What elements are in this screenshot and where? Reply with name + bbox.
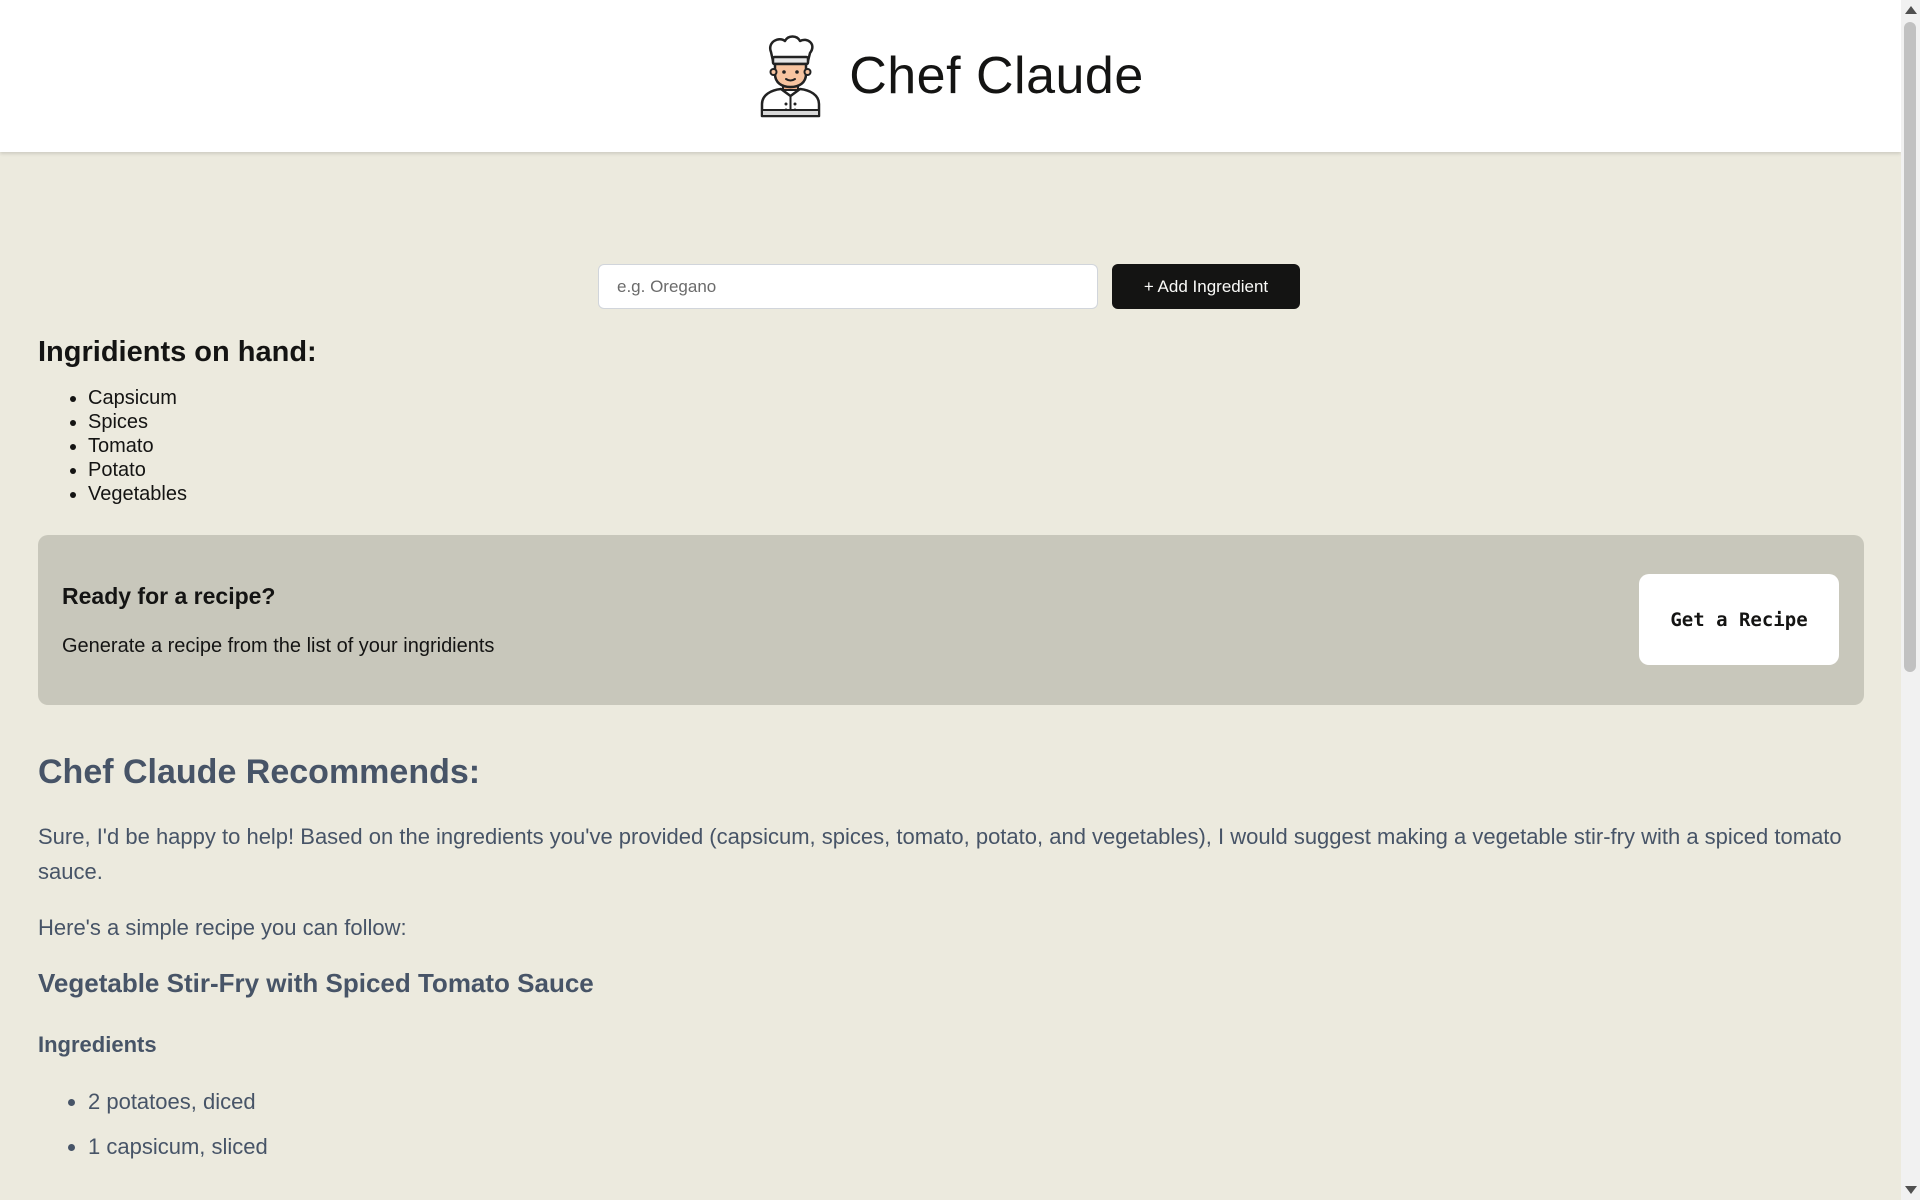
ingredients-heading: Ingridients on hand: [38, 336, 317, 368]
add-ingredient-button[interactable]: + Add Ingredient [1112, 264, 1300, 309]
list-item: 1 capsicum, sliced [88, 1132, 1864, 1162]
page: Chef Claude + Add Ingredient Ingridients… [0, 0, 1920, 1200]
scrollbar-thumb[interactable] [1904, 22, 1916, 672]
vertical-scrollbar[interactable] [1901, 0, 1920, 1200]
ingredient-item: Spices [88, 410, 1864, 434]
recommendation-intro: Sure, I'd be happy to help! Based on the… [38, 824, 1842, 884]
chef-icon [757, 34, 823, 118]
cta-subtitle: Generate a recipe from the list of your … [62, 635, 495, 657]
recommendation-heading: Chef Claude Recommends: [38, 753, 481, 791]
ingredients-list: Capsicum Spices Tomato Potato Vegetables [38, 386, 1864, 506]
cta-title: Ready for a recipe? [62, 583, 276, 609]
recommendation-section: Chef Claude Recommends: Sure, I'd be hap… [38, 742, 1864, 1177]
recipe-title: Vegetable Stir-Fry with Spiced Tomato Sa… [38, 968, 594, 998]
ingredient-item: Potato [88, 458, 1864, 482]
get-recipe-container: Ready for a recipe? Generate a recipe fr… [38, 535, 1864, 705]
scroll-down-arrow-icon[interactable] [1905, 1186, 1917, 1194]
recommendation-lead: Here's a simple recipe you can follow: [38, 915, 407, 940]
ingredient-item: Tomato [88, 434, 1864, 458]
app-title: Chef Claude [849, 47, 1144, 105]
ingredient-item: Capsicum [88, 386, 1864, 410]
recipe-ingredients-heading: Ingredients [38, 1032, 157, 1057]
get-recipe-button[interactable]: Get a Recipe [1639, 574, 1839, 665]
recipe-ingredients-list: 2 potatoes, diced 1 capsicum, sliced [38, 1087, 1864, 1162]
ingredient-input[interactable] [598, 264, 1098, 309]
ingredients-section: Ingridients on hand: Capsicum Spices Tom… [38, 330, 1864, 506]
ingredient-item: Vegetables [88, 482, 1864, 506]
list-item: 2 potatoes, diced [88, 1087, 1864, 1117]
scroll-up-arrow-icon[interactable] [1905, 6, 1917, 14]
app-header: Chef Claude [0, 0, 1901, 152]
add-ingredient-form: + Add Ingredient [598, 264, 1300, 309]
